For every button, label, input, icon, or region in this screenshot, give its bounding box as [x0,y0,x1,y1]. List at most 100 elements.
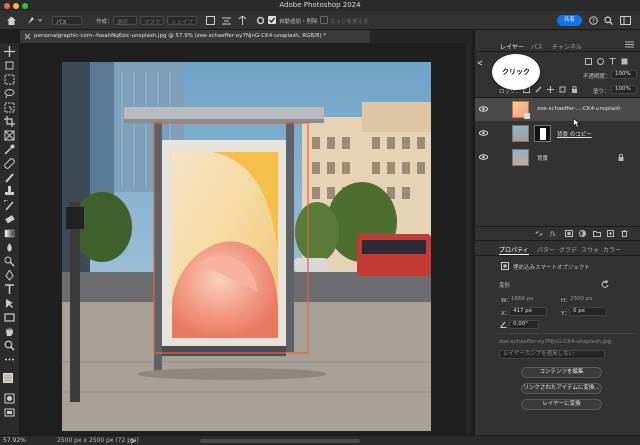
settings-gear-icon[interactable] [256,16,265,25]
object-selection-tool-icon[interactable] [4,102,15,113]
rectangle-tool-icon[interactable] [4,312,15,323]
layer-row-background-copy[interactable]: 背景 のコピー [475,122,640,145]
foreground-color-swatch[interactable] [3,373,13,383]
more-tools-icon[interactable] [4,354,15,365]
fill-input[interactable]: 100% [611,85,637,94]
new-layer-icon[interactable] [607,230,614,237]
home-icon[interactable] [6,15,17,26]
selection-button[interactable]: 選択... [113,16,137,26]
hand-tool-icon[interactable] [4,326,15,337]
h-value[interactable]: 2500 px [570,296,593,302]
status-menu-chevron-icon[interactable] [130,438,136,444]
maximize-window-icon[interactable] [22,3,28,9]
layer-comp-select[interactable]: レイヤーカンプを適用しない [499,350,605,359]
layer-row-smart-object[interactable]: zoe-schaeffer-...-CK4-unsplash [475,98,640,121]
workspace-icon[interactable] [620,16,631,25]
path-operations-icon[interactable] [206,16,215,25]
share-button[interactable]: 共有 [557,15,582,26]
w-value[interactable]: 1666 px [511,296,534,302]
auto-add-delete-checkbox[interactable] [268,16,276,24]
tab-swatches[interactable]: スウォ [581,245,599,254]
link-layers-icon[interactable] [535,230,543,237]
eraser-tool-icon[interactable] [4,214,15,225]
lock-position-icon[interactable] [547,86,554,93]
layer-row-background[interactable]: 背景 [475,146,640,169]
zoom-tool-icon[interactable] [4,340,15,351]
layer-thumbnail[interactable] [512,149,529,166]
screen-mode-icon[interactable] [4,407,15,418]
y-input[interactable]: 0 px [569,307,607,316]
artboard-tool-icon[interactable] [4,60,15,71]
shape-button[interactable]: シェイプ [167,16,197,26]
history-brush-tool-icon[interactable] [4,200,15,211]
layer-name[interactable]: zoe-schaeffer-...-CK4-unsplash [537,106,621,112]
add-mask-icon[interactable] [565,230,573,237]
edit-contents-button[interactable]: コンテンツを編集 [521,367,602,378]
tab-channels[interactable]: チャンネル [552,42,582,51]
mask-button[interactable]: マスク [140,16,164,26]
convert-to-linked-button[interactable]: リンクされたアイテムに変換... [521,383,602,394]
horizontal-scrollbar[interactable] [200,439,360,443]
path-alignment-icon[interactable] [222,16,231,25]
delete-layer-icon[interactable] [621,230,628,237]
x-input[interactable]: 417 px [509,307,547,316]
dodge-tool-icon[interactable] [4,256,15,267]
vertical-scrollbar[interactable] [466,43,471,435]
panel-collapse-arrow-icon[interactable] [477,60,483,66]
path-selection-tool-icon[interactable] [4,298,15,309]
brush-tool-icon[interactable] [4,172,15,183]
tab-patterns[interactable]: パター [537,245,555,254]
healing-brush-tool-icon[interactable] [4,158,15,169]
visibility-eye-icon[interactable] [479,130,488,136]
eyedropper-tool-icon[interactable] [4,144,15,155]
clone-stamp-tool-icon[interactable] [4,186,15,197]
opacity-input[interactable]: 100% [611,70,637,79]
layer-thumbnail[interactable] [512,125,529,142]
frame-tool-icon[interactable] [4,130,15,141]
tab-gradients[interactable]: グラデ [559,245,577,254]
search-icon[interactable] [604,16,613,25]
zoom-level[interactable]: 57.92% [3,437,26,444]
gradient-tool-icon[interactable] [4,228,15,239]
document-tab[interactable]: personalgraphic-com--fseahNq6zic-unsplas… [20,30,370,43]
path-mode-select[interactable]: パス [52,16,82,26]
filter-type-icon[interactable] [609,58,616,65]
document-artwork[interactable] [62,62,431,431]
type-tool-icon[interactable] [4,284,15,295]
convert-to-layers-button[interactable]: レイヤーに変換 [521,399,602,410]
close-window-icon[interactable] [4,3,10,9]
canvas-area[interactable] [20,43,472,435]
blur-tool-icon[interactable] [4,242,15,253]
filter-adjustment-icon[interactable] [597,58,604,65]
layer-mask-thumbnail[interactable] [534,125,551,142]
lasso-tool-icon[interactable] [4,88,15,99]
new-group-icon[interactable] [593,230,601,237]
tab-paths[interactable]: パス [531,42,543,51]
angle-input[interactable]: 0.00° [509,320,539,329]
adjustment-layer-icon[interactable] [579,230,586,237]
align-edges-checkbox[interactable] [320,16,328,24]
visibility-eye-icon[interactable] [479,106,488,112]
pen-tool-preset-icon[interactable] [26,15,42,26]
minimize-window-icon[interactable] [13,3,19,9]
lock-image-icon[interactable] [535,86,542,93]
help-icon[interactable]: ? [589,16,598,25]
layer-style-fx-icon[interactable]: fx [550,230,559,237]
panel-menu-icon[interactable] [625,41,634,48]
lock-all-icon[interactable] [571,86,578,93]
crop-tool-icon[interactable] [4,116,15,127]
reset-transform-icon[interactable] [601,280,609,288]
filter-smart-object-icon[interactable] [621,58,628,65]
tab-color[interactable]: カラー [603,245,621,254]
marquee-tool-icon[interactable] [4,74,15,85]
lock-artboard-icon[interactable] [559,86,566,93]
tab-properties[interactable]: プロパティ [499,245,529,255]
layer-name[interactable]: 背景 のコピー [557,130,592,138]
close-tab-icon[interactable] [24,33,31,40]
filter-pixel-icon[interactable] [585,58,592,65]
path-arrangement-icon[interactable] [238,16,247,25]
pen-tool-icon[interactable] [4,270,15,281]
move-tool-icon[interactable] [4,46,15,57]
quick-mask-icon[interactable] [4,393,15,404]
visibility-eye-icon[interactable] [479,154,488,160]
